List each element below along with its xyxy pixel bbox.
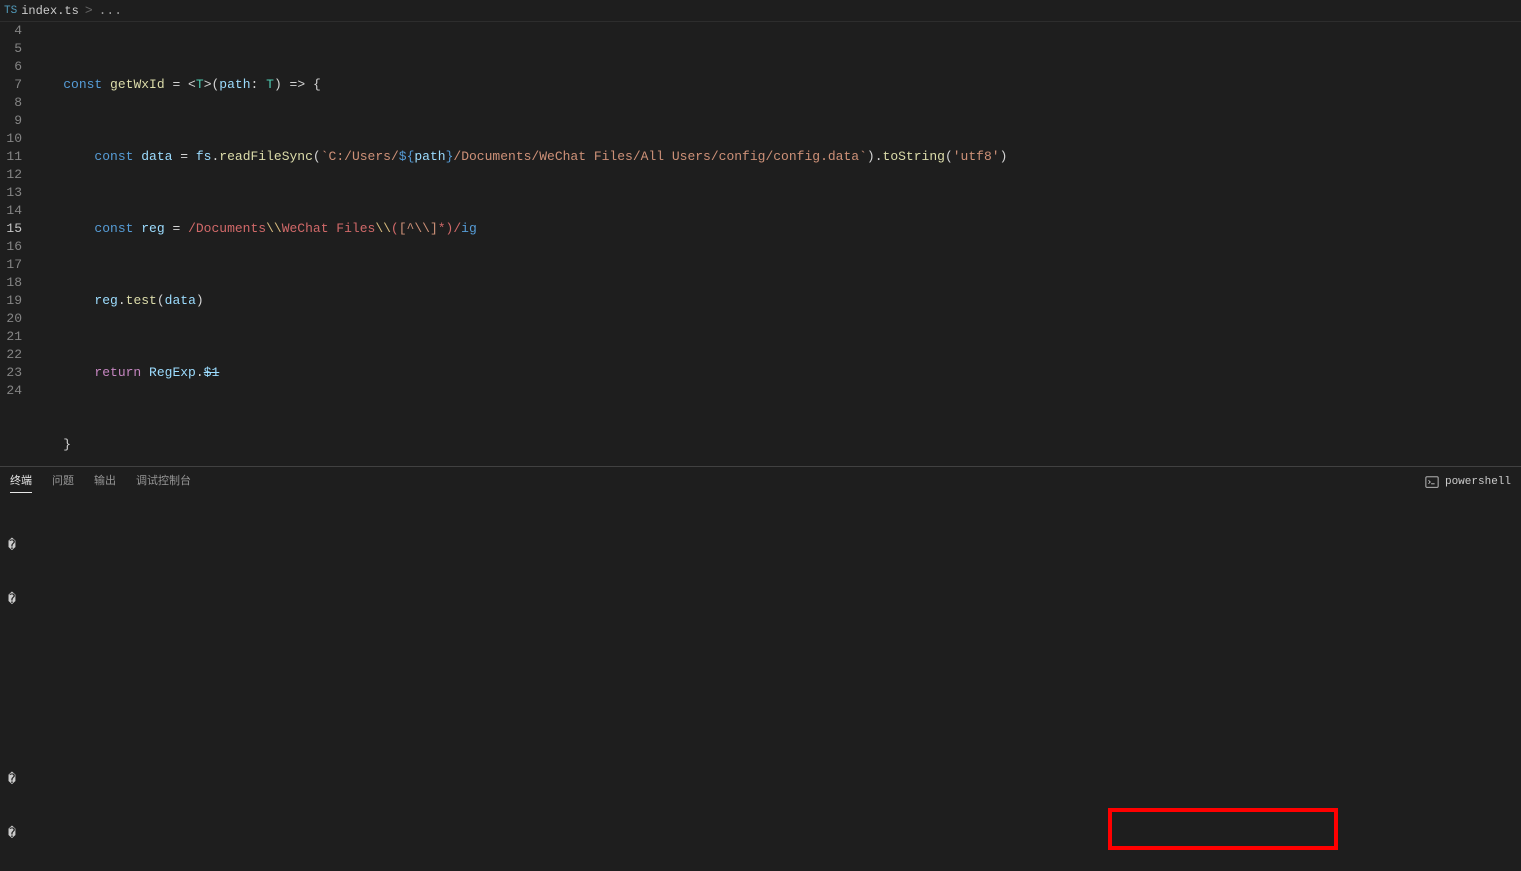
- tab-terminal[interactable]: 终端: [10, 472, 32, 493]
- breadcrumb-sep: >: [85, 3, 93, 18]
- terminal-shell-label[interactable]: powershell: [1445, 476, 1511, 488]
- breadcrumb-file-icon: TS: [4, 5, 17, 17]
- terminal-output-line: �: [8, 591, 1513, 609]
- terminal-output-line: �: [8, 825, 1513, 843]
- terminal-output-line: �: [8, 771, 1513, 789]
- line-number-gutter: 456789101112131415161718192021222324: [0, 22, 32, 466]
- tab-output[interactable]: 输出: [94, 472, 116, 493]
- terminal-icon: [1425, 475, 1439, 489]
- panel-tabs: 终端 问题 输出 调试控制台 powershell: [0, 467, 1521, 497]
- breadcrumb-file[interactable]: index.ts: [21, 4, 79, 18]
- editor[interactable]: 456789101112131415161718192021222324 con…: [0, 22, 1521, 466]
- terminal[interactable]: � � � � � � � ����021�#0b853808-e60f-405…: [0, 497, 1521, 871]
- breadcrumb-dots[interactable]: ...: [99, 3, 122, 18]
- tab-problems[interactable]: 问题: [52, 472, 74, 493]
- code-content[interactable]: const getWxId = <T>(path: T) => { const …: [32, 22, 1521, 466]
- tab-debug-console[interactable]: 调试控制台: [136, 472, 191, 493]
- bottom-panel: 终端 问题 输出 调试控制台 powershell � � � � � � � …: [0, 466, 1521, 871]
- terminal-output-line: �: [8, 537, 1513, 555]
- breadcrumb-bar: TS index.ts > ...: [0, 0, 1521, 22]
